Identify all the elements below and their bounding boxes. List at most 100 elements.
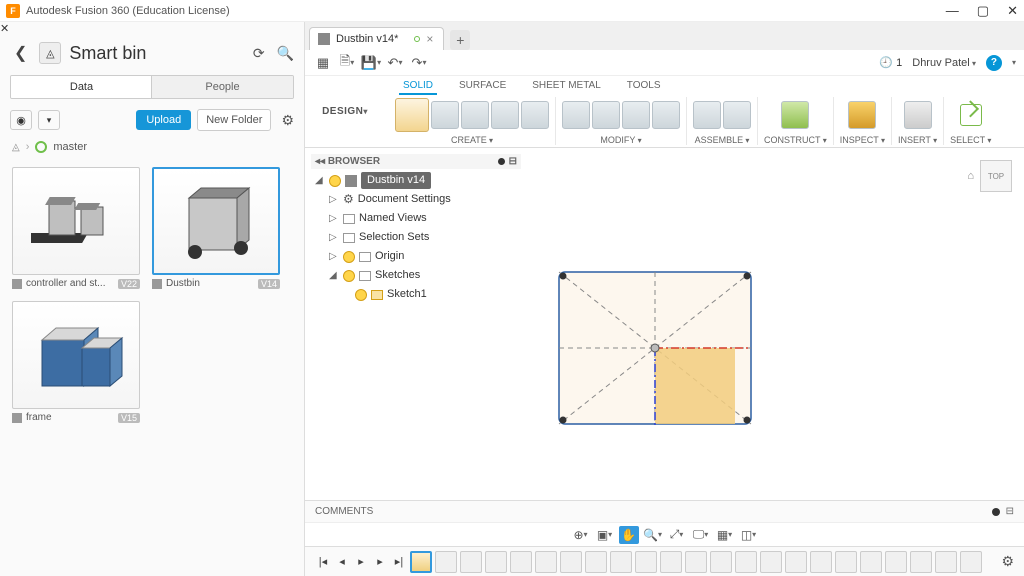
tree-item-sketch1[interactable]: Sketch1: [313, 285, 519, 304]
timeline-feature[interactable]: [485, 551, 507, 573]
timeline-feature[interactable]: [460, 551, 482, 573]
insert-icon[interactable]: [904, 101, 932, 129]
lightbulb-icon[interactable]: [343, 251, 355, 263]
back-button[interactable]: ❮: [10, 41, 31, 65]
redo-icon[interactable]: ↷: [409, 53, 429, 73]
viewcube[interactable]: ⌂ TOP: [967, 160, 1012, 192]
timeline-feature[interactable]: [935, 551, 957, 573]
timeline-feature[interactable]: [760, 551, 782, 573]
timeline-next-icon[interactable]: ▸: [372, 554, 388, 570]
timeline-feature[interactable]: [560, 551, 582, 573]
group-label-modify[interactable]: MODIFY: [600, 135, 641, 145]
tab-people[interactable]: People: [152, 76, 293, 98]
timeline-feature[interactable]: [585, 551, 607, 573]
new-sketch-icon[interactable]: [395, 98, 429, 132]
data-panel-close-icon[interactable]: ✕: [0, 22, 304, 35]
revolve-icon[interactable]: [461, 101, 489, 129]
press-pull-icon[interactable]: [562, 101, 590, 129]
pan-icon[interactable]: ✋: [619, 526, 639, 544]
extrude-icon[interactable]: [431, 101, 459, 129]
combine-icon[interactable]: [652, 101, 680, 129]
as-built-joint-icon[interactable]: [723, 101, 751, 129]
tab-data[interactable]: Data: [11, 76, 152, 98]
tree-root-row[interactable]: ◢ Dustbin v14: [313, 171, 519, 190]
timeline-prev-icon[interactable]: ◂: [334, 554, 350, 570]
app-grid-icon[interactable]: ▦: [313, 53, 333, 73]
lightbulb-icon[interactable]: [329, 175, 341, 187]
close-tab-icon[interactable]: ×: [426, 32, 433, 46]
grid-settings-icon[interactable]: ▦: [715, 526, 735, 544]
comments-expand-icon[interactable]: ⊟: [1006, 506, 1014, 517]
comments-settings-icon[interactable]: [992, 508, 1000, 516]
timeline-feature[interactable]: [785, 551, 807, 573]
tree-item-namedviews[interactable]: ▷Named Views: [313, 209, 519, 228]
lightbulb-icon[interactable]: [343, 270, 355, 282]
timeline-feature[interactable]: [535, 551, 557, 573]
select-icon[interactable]: [960, 104, 982, 126]
timeline-feature[interactable]: [660, 551, 682, 573]
loft-icon[interactable]: [521, 101, 549, 129]
help-icon[interactable]: ?: [986, 55, 1002, 71]
timeline-feature[interactable]: [860, 551, 882, 573]
viewcube-face[interactable]: TOP: [980, 160, 1012, 192]
fit-icon[interactable]: ⤢: [667, 526, 687, 544]
timeline-feature[interactable]: [610, 551, 632, 573]
measure-icon[interactable]: [848, 101, 876, 129]
zoom-icon[interactable]: 🔍: [643, 526, 663, 544]
upload-button[interactable]: Upload: [136, 110, 191, 130]
timeline-feature[interactable]: [710, 551, 732, 573]
document-tab-dustbin[interactable]: Dustbin v14* ×: [309, 27, 444, 50]
workspace-switcher[interactable]: DESIGN: [305, 76, 385, 147]
group-label-construct[interactable]: CONSTRUCT: [764, 135, 827, 145]
env-tab-surface[interactable]: SURFACE: [455, 78, 510, 95]
timeline-feature[interactable]: [835, 551, 857, 573]
fillet-icon[interactable]: [592, 101, 620, 129]
tree-item-selectionsets[interactable]: ▷Selection Sets: [313, 228, 519, 247]
home-view-icon[interactable]: ⌂: [967, 170, 974, 182]
group-label-insert[interactable]: INSERT: [898, 135, 937, 145]
timeline-feature[interactable]: [735, 551, 757, 573]
timeline-feature[interactable]: [685, 551, 707, 573]
timeline-feature[interactable]: [635, 551, 657, 573]
window-maximize-button[interactable]: ▢: [977, 3, 989, 19]
look-at-icon[interactable]: ▣: [595, 526, 615, 544]
env-tab-sheetmetal[interactable]: SHEET METAL: [528, 78, 605, 95]
window-close-button[interactable]: ✕: [1007, 3, 1018, 19]
sweep-icon[interactable]: [491, 101, 519, 129]
activate-icon[interactable]: [439, 175, 450, 186]
timeline-feature[interactable]: [435, 551, 457, 573]
timeline-play-icon[interactable]: ▸: [353, 554, 369, 570]
lightbulb-icon[interactable]: [355, 289, 367, 301]
construct-plane-icon[interactable]: [781, 101, 809, 129]
project-item-dustbin[interactable]: DustbinV14: [152, 167, 280, 289]
file-menu-icon[interactable]: 🗎: [337, 53, 357, 73]
timeline-settings-icon[interactable]: ⚙: [1001, 553, 1014, 570]
timeline-feature[interactable]: [960, 551, 982, 573]
view-filter-icon[interactable]: ◉: [10, 110, 32, 130]
undo-icon[interactable]: ↶: [385, 53, 405, 73]
browser-settings-icon[interactable]: [498, 158, 505, 165]
branch-row[interactable]: ◬ › master: [0, 137, 304, 157]
comments-bar[interactable]: COMMENTS ⊟: [305, 500, 1024, 522]
project-item-frame[interactable]: frameV15: [12, 301, 140, 423]
save-icon[interactable]: 💾: [361, 53, 381, 73]
timeline-feature-sketch[interactable]: [410, 551, 432, 573]
timeline-start-icon[interactable]: |◂: [315, 554, 331, 570]
window-minimize-button[interactable]: —: [946, 3, 959, 19]
refresh-icon[interactable]: ⟳: [253, 45, 265, 62]
view-filter-dropdown[interactable]: ▾: [38, 110, 60, 130]
group-label-inspect[interactable]: INSPECT: [840, 135, 885, 145]
new-folder-button[interactable]: New Folder: [197, 109, 271, 131]
env-tab-tools[interactable]: TOOLS: [623, 78, 665, 95]
joint-icon[interactable]: [693, 101, 721, 129]
shell-icon[interactable]: [622, 101, 650, 129]
display-settings-icon[interactable]: 🖵: [691, 526, 711, 544]
project-item-controller[interactable]: controller and st...V22: [12, 167, 140, 289]
group-label-select[interactable]: SELECT: [950, 135, 991, 145]
timeline-feature[interactable]: [810, 551, 832, 573]
tree-item-sketches[interactable]: ◢Sketches: [313, 266, 519, 285]
group-label-assemble[interactable]: ASSEMBLE: [695, 135, 750, 145]
settings-icon[interactable]: ⚙: [281, 112, 294, 129]
timeline-feature[interactable]: [910, 551, 932, 573]
group-label-create[interactable]: CREATE: [451, 135, 493, 145]
